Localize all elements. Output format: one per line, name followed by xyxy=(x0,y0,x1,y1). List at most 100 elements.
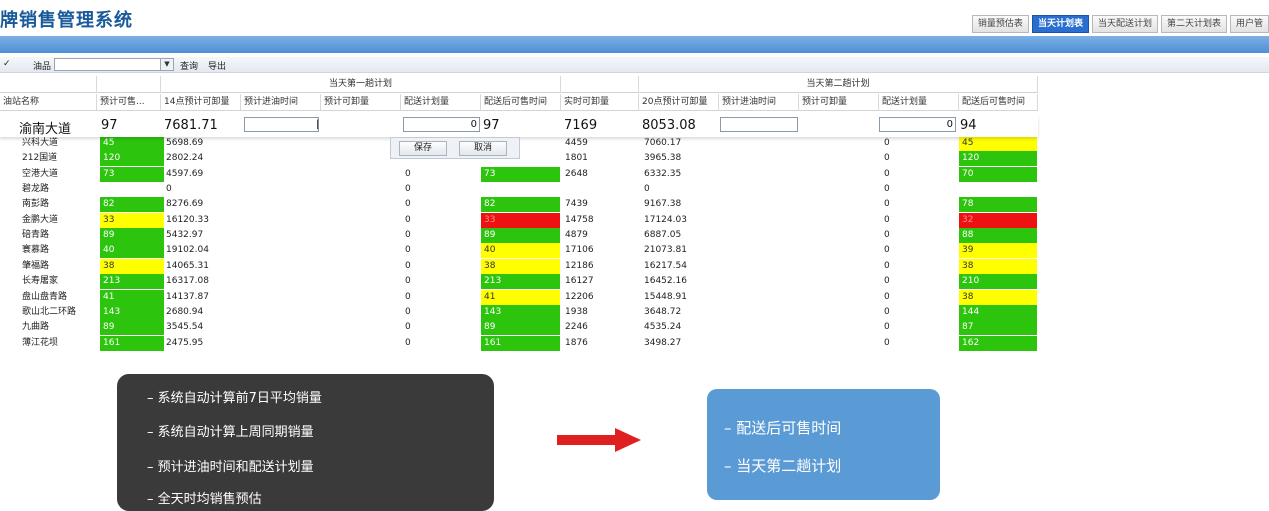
nav-tab[interactable]: 第二天计划表 xyxy=(1160,15,1227,33)
plan-qty-input[interactable]: 0 xyxy=(403,117,480,132)
edit-unload14: 7681.71 xyxy=(164,118,218,133)
table-cell: 82 xyxy=(481,197,560,213)
chevron-down-icon[interactable]: ▼ xyxy=(160,59,173,70)
table-cell xyxy=(562,182,638,197)
table-cell: 0 xyxy=(644,184,650,195)
station-name-cell: 碚青路 xyxy=(22,230,50,241)
table-cell: 38 xyxy=(959,289,1037,305)
station-name-cell: 九曲路 xyxy=(22,322,50,333)
plan-qty2-input[interactable]: 0 xyxy=(879,117,956,132)
table-cell: 16317.08 xyxy=(166,276,209,287)
entry-time2-input[interactable] xyxy=(720,117,798,132)
table-row[interactable]: 南彭路 82 8276.69 0 82 7439 9167.38 0 78 xyxy=(0,197,1038,213)
table-row[interactable]: 肇福路 38 14065.31 0 38 12186 16217.54 0 38 xyxy=(0,258,1038,274)
cancel-button[interactable]: 取消 xyxy=(459,141,507,156)
table-cell: 210 xyxy=(959,274,1037,290)
export-button[interactable]: 导出 xyxy=(208,59,226,72)
entry-time-input[interactable]: | xyxy=(244,117,319,132)
table-cell: 161 xyxy=(481,335,560,351)
edit-station-name: 渝南大道 xyxy=(19,122,72,137)
table-cell: 0 xyxy=(405,276,411,287)
table-row[interactable]: 金鹏大道 33 16120.33 0 33 14758 17124.03 0 32 xyxy=(0,212,1038,228)
group-header-second-trip: 当天第二趟计划 xyxy=(639,76,1038,93)
table-cell: 144 xyxy=(959,304,1037,320)
table-cell: 3498.27 xyxy=(644,337,682,348)
station-name-cell: 长寿屠家 xyxy=(22,276,59,287)
table-cell: 73 xyxy=(100,166,164,182)
table-row[interactable]: 长寿屠家 213 16317.08 0 213 16127 16452.16 0 210 xyxy=(0,274,1038,290)
table-cell: 0 xyxy=(884,337,890,348)
nav-tabs: 销量预估表 当天计划表 当天配送计划 第二天计划表 用户管 xyxy=(971,15,1269,33)
table-row[interactable]: 歌山北二环路 143 2680.94 0 143 1938 3648.72 0 144 xyxy=(0,304,1038,320)
table-cell: 40 xyxy=(481,243,560,259)
column-header[interactable]: 预计可卸量 xyxy=(321,94,401,111)
column-header[interactable]: 配送计划量 xyxy=(401,94,481,111)
table-cell: 0 xyxy=(405,230,411,241)
table-cell: 14065.31 xyxy=(166,260,209,271)
annotation-item: – 当天第二趟计划 xyxy=(724,457,842,475)
column-header[interactable]: 实时可卸量 xyxy=(561,94,639,111)
table-cell: 41 xyxy=(481,289,560,305)
table-cell: 3545.54 xyxy=(166,322,204,333)
nav-tab[interactable]: 用户管 xyxy=(1229,15,1269,33)
table-cell: 6887.05 xyxy=(644,230,682,241)
table-cell: 0 xyxy=(405,168,411,179)
editing-row: 渝南大道 97 7681.71 | 0 97 7169 8053.08 0 94 xyxy=(0,115,1038,137)
nav-tab[interactable]: 当天计划表 xyxy=(1031,15,1089,33)
table-cell: 12206 xyxy=(565,291,594,302)
table-row[interactable]: 薄江花坝 161 2475.95 0 161 1876 3498.27 0 162 xyxy=(0,335,1038,351)
table-cell: 87 xyxy=(959,320,1037,336)
table-cell: 2680.94 xyxy=(166,306,204,317)
table-row[interactable]: 九曲路 89 3545.54 0 89 2246 4535.24 0 87 xyxy=(0,320,1038,336)
table-cell: 162 xyxy=(959,335,1037,351)
table-cell: 9167.38 xyxy=(644,199,682,210)
row-editor-actions: 保存 取消 xyxy=(390,137,520,159)
column-header[interactable]: 配送计划量 xyxy=(879,94,959,111)
column-header[interactable]: 配送后可售时间 xyxy=(959,94,1038,111)
edit-sell-time: 97 xyxy=(483,118,500,133)
nav-tab[interactable]: 销量预估表 xyxy=(971,15,1029,33)
edit-realtime: 7169 xyxy=(564,118,598,133)
table-cell: 120 xyxy=(100,151,164,167)
query-button[interactable]: 查询 xyxy=(180,59,198,72)
table-cell: 88 xyxy=(959,228,1037,244)
table-cell: 38 xyxy=(959,258,1037,274)
column-header[interactable]: 预计进油时间 xyxy=(719,94,799,111)
table-cell: 5698.69 xyxy=(166,138,204,148)
column-header[interactable]: 配送后可售时间 xyxy=(481,94,561,111)
save-button[interactable]: 保存 xyxy=(399,141,447,156)
column-header[interactable]: 14点预计可卸量 xyxy=(161,94,241,111)
table-row[interactable]: 碧龙路 0 0 0 0 xyxy=(0,182,1038,197)
table-cell: 0 xyxy=(405,260,411,271)
annotation-item: – 预计进油时间和配送计划量 xyxy=(147,460,314,475)
table-cell: 4597.69 xyxy=(166,168,204,179)
table-row[interactable]: 空港大道 73 4597.69 0 73 2648 6332.35 0 70 xyxy=(0,166,1038,182)
column-header[interactable]: 预计可卸量 xyxy=(799,94,879,111)
table-row[interactable]: 寰慕路 40 19102.04 0 40 17106 21073.81 0 39 xyxy=(0,243,1038,259)
column-header[interactable]: 预计进油时间 xyxy=(241,94,321,111)
table-row[interactable]: 碚青路 89 5432.97 0 89 4879 6887.05 0 88 xyxy=(0,228,1038,244)
table-cell: 143 xyxy=(100,304,164,320)
table-cell: 0 xyxy=(405,291,411,302)
table-cell: 21073.81 xyxy=(644,245,687,256)
table-cell: 14758 xyxy=(565,214,594,225)
collapse-icon[interactable]: ✓ xyxy=(3,59,11,69)
table-cell: 2648 xyxy=(565,168,588,179)
annotation-item: – 配送后可售时间 xyxy=(724,419,842,437)
table-cell: 0 xyxy=(884,138,890,148)
annotation-item: – 系统自动计算前7日平均销量 xyxy=(147,391,322,406)
column-header[interactable]: 油站名称 xyxy=(0,94,97,111)
table-cell: 0 xyxy=(884,214,890,225)
table-row[interactable]: 盘山盘青路 41 14137.87 0 41 12206 15448.91 0 38 xyxy=(0,289,1038,305)
column-header[interactable]: 20点预计可卸量 xyxy=(639,94,719,111)
oil-select[interactable]: ▼ xyxy=(54,58,174,71)
nav-tab[interactable]: 当天配送计划 xyxy=(1091,15,1158,33)
table-cell: 3648.72 xyxy=(644,306,682,317)
station-name-cell: 南彭路 xyxy=(22,199,50,210)
table-cell: 0 xyxy=(405,245,411,256)
table-cell: 0 xyxy=(884,245,890,256)
table-cell: 89 xyxy=(100,228,164,244)
station-name-cell: 空港大道 xyxy=(22,168,59,179)
app-window: 牌销售管理系统 销量预估表 当天计划表 当天配送计划 第二天计划表 用户管 ✓ 油品 ▼… xyxy=(0,0,1269,511)
column-header[interactable]: 预计可售... xyxy=(97,94,161,111)
